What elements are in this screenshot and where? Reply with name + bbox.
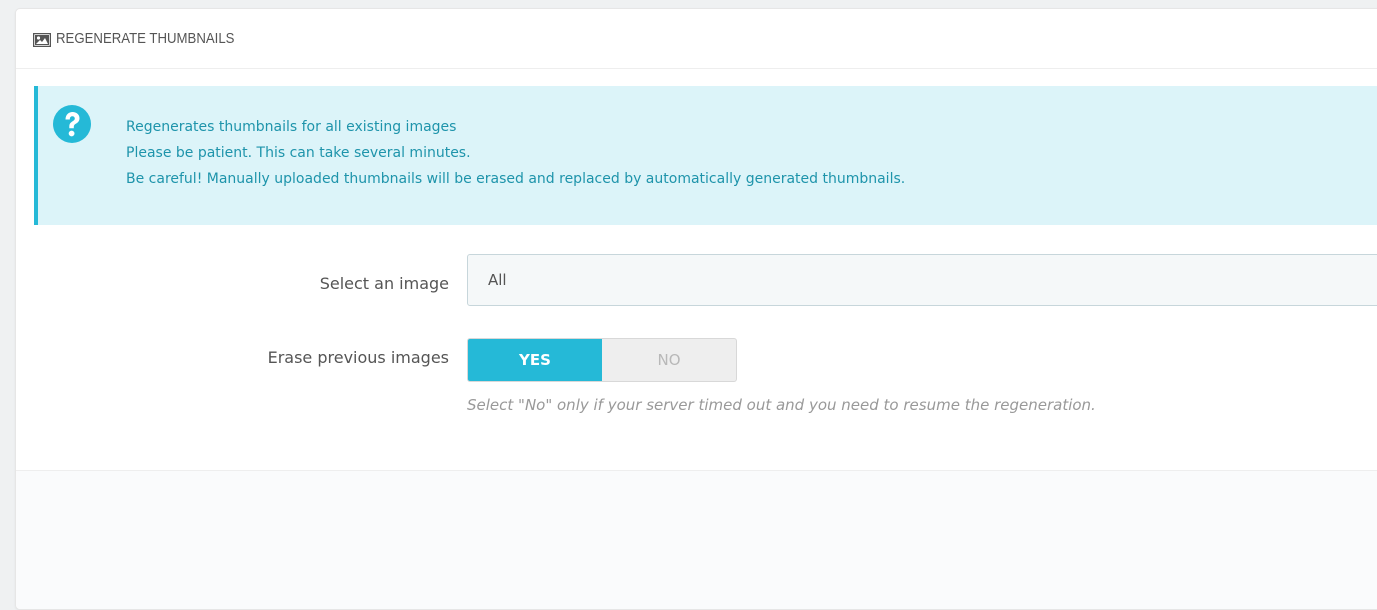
info-alert: Regenerates thumbnails for all existing … bbox=[34, 86, 1377, 225]
alert-message: Regenerates thumbnails for all existing … bbox=[126, 114, 905, 192]
select-image-label: Select an image bbox=[319, 274, 449, 293]
erase-previous-switch[interactable]: YES NO bbox=[467, 338, 737, 382]
erase-previous-label: Erase previous images bbox=[267, 348, 449, 367]
question-icon bbox=[52, 104, 92, 144]
panel-heading: REGENERATE THUMBNAILS bbox=[16, 9, 1377, 69]
panel-title: REGENERATE THUMBNAILS bbox=[56, 30, 235, 47]
alert-line: Regenerates thumbnails for all existing … bbox=[126, 119, 457, 135]
select-image-dropdown[interactable]: All bbox=[467, 254, 1377, 306]
picture-icon bbox=[32, 32, 52, 47]
switch-yes-option[interactable]: YES bbox=[468, 339, 602, 381]
panel-footer bbox=[16, 470, 1377, 609]
erase-help-text: Select "No" only if your server timed ou… bbox=[467, 396, 1096, 414]
alert-line: Be careful! Manually uploaded thumbnails… bbox=[126, 171, 906, 187]
select-image-value: All bbox=[488, 271, 507, 289]
switch-no-option[interactable]: NO bbox=[602, 339, 736, 381]
alert-line: Please be patient. This can take several… bbox=[126, 145, 471, 161]
